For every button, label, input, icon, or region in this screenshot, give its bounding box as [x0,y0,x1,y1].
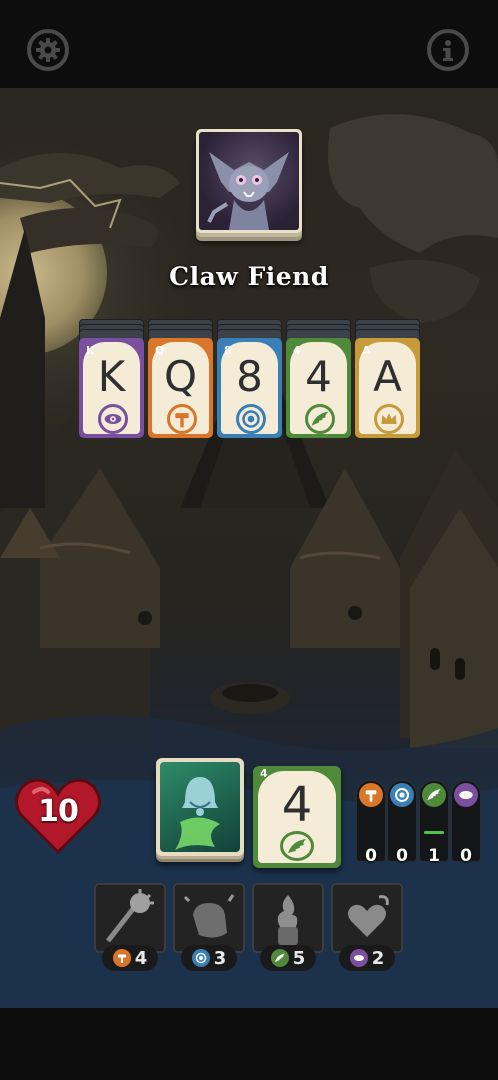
enemy-card[interactable]: A A [355,319,420,439]
resource-fill [424,831,444,834]
wing-icon [305,404,335,434]
played-card[interactable]: 4 4 [253,766,341,868]
mace-icon [96,885,164,951]
hammer-icon [167,404,197,434]
crown-icon [374,404,404,434]
shield-icon [191,949,210,967]
enemy-card[interactable]: 4 4 [286,319,351,439]
shield-icon [236,404,266,434]
ability-cost-value: 4 [134,947,148,969]
bat-creature-icon [207,152,289,230]
eye-icon [454,783,478,807]
played-card-rank: 4 [281,777,313,833]
resource-meter-wing: 1 [419,780,449,866]
resource-meter-shield: 0 [387,780,417,866]
eye-icon [98,404,128,434]
gear-icon[interactable] [27,29,69,71]
resource-count: 0 [460,846,472,866]
card-rank: 4 [305,352,332,401]
top-bar [0,0,498,88]
ability-slot[interactable]: 2 [331,883,403,971]
resource-meter-hammer: 0 [356,780,386,866]
player-health: 10 [14,776,102,856]
health-value: 10 [38,794,79,829]
resource-count: 0 [365,846,377,866]
bottom-bar [0,1008,498,1080]
card-rank: K [97,352,126,401]
eye-icon [349,949,368,967]
card-rank: 8 [236,352,263,401]
ability-slot[interactable]: 4 [94,883,166,971]
enemy-card[interactable]: Q Q [148,319,213,439]
ability-cost-value: 3 [213,947,227,969]
draw-deck[interactable] [156,758,246,868]
ability-cost: 4 [102,945,158,971]
ability-cost: 3 [181,945,237,971]
hammer-icon [359,783,383,807]
enemy-card[interactable]: 8 8 [217,319,282,439]
bell-ghost-icon [175,777,220,850]
ability-slot[interactable]: 3 [173,883,245,971]
game-screen: { "header": { "settings_icon": "gear-ico… [0,0,498,1080]
ability-cost: 2 [339,945,395,971]
resource-count: 1 [428,846,440,866]
card-rank: A [373,352,402,401]
wing-icon [422,783,446,807]
enemy-card[interactable]: K K [79,319,144,439]
resource-meter-eye: 0 [451,780,481,866]
shield-icon [390,783,414,807]
ability-cost: 5 [260,945,316,971]
wing-icon [270,949,289,967]
enemy-name: Claw Fiend [169,262,329,291]
wing-icon [280,831,314,861]
ability-cost-value: 5 [292,947,306,969]
hammer-icon [112,949,131,967]
ability-cost-value: 2 [371,947,385,969]
fist-icon [175,885,243,951]
resource-count: 0 [396,846,408,866]
ability-slot[interactable]: 5 [252,883,324,971]
flame-hand-icon [254,885,322,951]
heart-potion-icon [333,885,401,951]
card-rank: Q [163,352,198,401]
info-icon[interactable] [427,29,469,71]
enemy-portrait[interactable] [196,129,302,245]
